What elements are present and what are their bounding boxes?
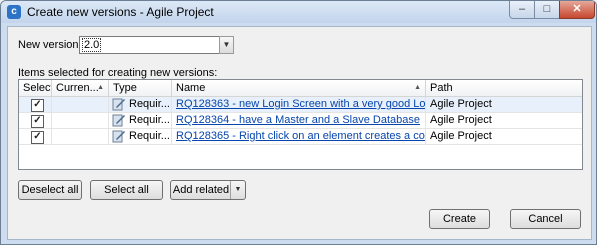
column-header-current[interactable]: Curren... ▲ bbox=[52, 80, 109, 96]
items-grid: Select Curren... ▲ Type Name ▲ Path ✓ Re… bbox=[18, 79, 583, 170]
column-header-type[interactable]: Type bbox=[109, 80, 172, 96]
column-header-name[interactable]: Name ▲ bbox=[172, 80, 426, 96]
select-checkbox[interactable]: ✓ bbox=[31, 99, 44, 112]
select-checkbox[interactable]: ✓ bbox=[31, 115, 44, 128]
requirement-icon bbox=[112, 98, 125, 111]
path-cell: Agile Project bbox=[430, 98, 492, 110]
close-button[interactable]: ✕ bbox=[559, 1, 595, 19]
name-cell: RQ128364 - have a Master and a Slave Dat… bbox=[172, 113, 426, 128]
minimize-button[interactable]: – bbox=[509, 1, 535, 19]
new-version-value: 2.0 bbox=[82, 38, 102, 52]
table-row[interactable]: ✓ Requir... RQ128364 - have a Master and… bbox=[19, 113, 582, 129]
column-header-select[interactable]: Select bbox=[19, 80, 52, 96]
type-cell: Requir... bbox=[109, 113, 172, 128]
sort-ascending-icon: ▲ bbox=[414, 84, 421, 91]
path-cell: Agile Project bbox=[430, 130, 492, 142]
dialog-window: c Create new versions - Agile Project – … bbox=[0, 0, 597, 245]
chevron-down-icon[interactable]: ▼ bbox=[219, 36, 234, 54]
current-cell bbox=[52, 113, 109, 128]
name-cell: RQ128363 - new Login Screen with a very … bbox=[172, 97, 426, 112]
dialog-body: New version: 2.0 ▼ Items selected for cr… bbox=[7, 26, 592, 240]
column-header-path[interactable]: Path bbox=[426, 80, 582, 96]
maximize-button[interactable]: □ bbox=[534, 1, 560, 19]
window-title: Create new versions - Agile Project bbox=[27, 5, 214, 19]
column-header-current-label: Curren... bbox=[56, 82, 99, 94]
items-label: Items selected for creating new versions… bbox=[18, 67, 218, 79]
column-header-name-label: Name bbox=[176, 82, 206, 94]
type-text: Requir... bbox=[129, 130, 170, 142]
requirement-icon bbox=[112, 114, 125, 127]
type-cell: Requir... bbox=[109, 129, 172, 144]
current-cell bbox=[52, 97, 109, 112]
type-text: Requir... bbox=[129, 98, 170, 110]
grid-header: Select Curren... ▲ Type Name ▲ Path bbox=[19, 80, 582, 97]
cancel-button[interactable]: Cancel bbox=[510, 209, 581, 229]
select-all-button[interactable]: Select all bbox=[90, 180, 163, 200]
sort-ascending-icon: ▲ bbox=[97, 84, 104, 91]
new-version-label: New version: bbox=[18, 39, 82, 51]
path-cell: Agile Project bbox=[430, 114, 492, 126]
table-row[interactable]: ✓ Requir... RQ128363 - new Login Screen … bbox=[19, 97, 582, 113]
deselect-all-button[interactable]: Deselect all bbox=[18, 180, 82, 200]
chevron-down-icon[interactable]: ▼ bbox=[230, 181, 245, 199]
create-button[interactable]: Create bbox=[429, 209, 490, 229]
requirement-icon bbox=[112, 130, 125, 143]
type-cell: Requir... bbox=[109, 97, 172, 112]
title-bar[interactable]: c Create new versions - Agile Project – … bbox=[1, 1, 596, 23]
name-cell: RQ128365 - Right click on an element cre… bbox=[172, 129, 426, 144]
current-cell bbox=[52, 129, 109, 144]
add-related-button[interactable]: Add related ▼ bbox=[170, 180, 246, 200]
select-checkbox[interactable]: ✓ bbox=[31, 131, 44, 144]
requirement-link[interactable]: RQ128363 - new Login Screen with a very … bbox=[176, 98, 425, 110]
requirement-link[interactable]: RQ128365 - Right click on an element cre… bbox=[176, 130, 425, 142]
app-icon: c bbox=[7, 5, 21, 19]
table-row[interactable]: ✓ Requir... RQ128365 - Right click on an… bbox=[19, 129, 582, 145]
add-related-label: Add related bbox=[172, 184, 230, 196]
requirement-link[interactable]: RQ128364 - have a Master and a Slave Dat… bbox=[176, 114, 420, 126]
new-version-combobox[interactable]: 2.0 bbox=[79, 36, 220, 54]
type-text: Requir... bbox=[129, 114, 170, 126]
